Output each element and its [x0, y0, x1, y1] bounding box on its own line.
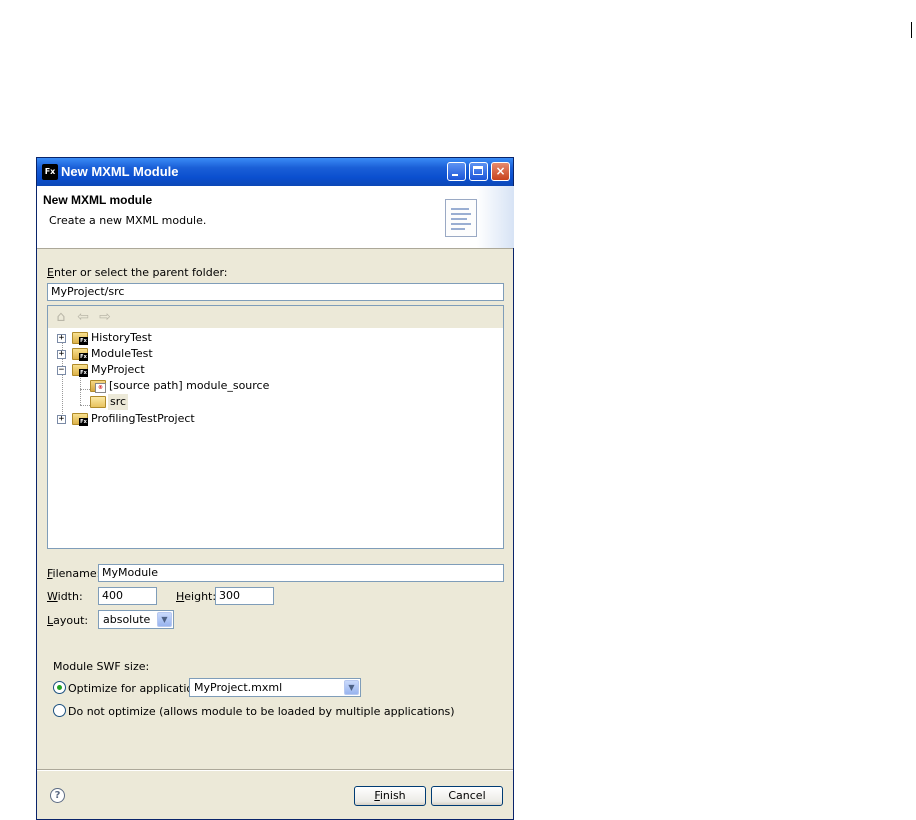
optimize-application-value: MyProject.mxml [194, 681, 283, 694]
parent-folder-input[interactable]: MyProject/src [47, 283, 504, 301]
close-icon: × [495, 164, 506, 178]
filename-label: Filename: [47, 567, 101, 580]
optimize-label: Optimize for application: [68, 682, 204, 695]
tree-item-label: ModuleTest [91, 347, 153, 360]
flex-project-folder-icon: Fx [72, 364, 88, 377]
flex-project-folder-icon: Fx [72, 413, 88, 426]
cancel-button[interactable]: Cancel [431, 786, 503, 806]
layout-label: Layout: [47, 614, 89, 627]
page-edge-mark [911, 22, 912, 38]
maximize-button[interactable] [469, 162, 488, 181]
flex-app-icon: Fx [42, 164, 58, 180]
tree-item-src[interactable]: src [90, 394, 140, 410]
layout-select-value: absolute [103, 613, 151, 626]
width-label: Width: [47, 590, 83, 603]
maximize-icon [473, 166, 483, 175]
page-description: Create a new MXML module. [49, 214, 207, 227]
tree-item-moduletest[interactable]: + Fx ModuleTest [57, 346, 177, 362]
radio-selected-dot [57, 685, 62, 690]
height-label: Height: [176, 590, 217, 603]
tree-item-label: src [108, 394, 129, 410]
help-icon[interactable]: ? [50, 788, 65, 803]
wizard-header: New MXML module Create a new MXML module… [37, 186, 514, 249]
tree-item-label: MyProject [91, 363, 145, 376]
chevron-down-icon[interactable]: ▼ [344, 680, 359, 695]
forward-arrow-icon[interactable]: ⇨ [97, 309, 113, 325]
minimize-button[interactable] [447, 162, 466, 181]
collapse-icon[interactable]: − [57, 366, 66, 375]
swf-size-group-label: Module SWF size: [53, 660, 150, 673]
parent-folder-label: Enter or select the parent folder: [47, 266, 228, 279]
header-gradient [477, 186, 514, 248]
height-input[interactable]: 300 [215, 587, 274, 605]
tree-item-myproject[interactable]: − Fx MyProject [57, 362, 177, 378]
no-optimize-radio[interactable] [53, 704, 66, 717]
expand-icon[interactable]: + [57, 350, 66, 359]
tree-item-historytest[interactable]: + Fx HistoryTest [57, 330, 177, 346]
close-button[interactable]: × [491, 162, 510, 181]
new-mxml-module-dialog: Fx New MXML Module × New MXML module Cre… [36, 157, 514, 820]
tree-connector [80, 375, 81, 405]
minimize-icon [452, 174, 458, 176]
tree-item-label: [source path] module_source [109, 379, 270, 392]
optimize-radio[interactable] [53, 681, 66, 694]
title-bar[interactable]: Fx New MXML Module × [37, 158, 513, 186]
window-title: New MXML Module [61, 164, 179, 179]
tree-connector [80, 389, 90, 390]
flex-project-folder-icon: Fx [72, 348, 88, 361]
flex-project-folder-icon: Fx [72, 332, 88, 345]
folder-tree[interactable]: ⌂ ⇦ ⇨ + Fx HistoryTest + Fx ModuleTest −… [47, 305, 504, 549]
tree-item-label: ProfilingTestProject [91, 412, 195, 425]
expand-icon[interactable]: + [57, 334, 66, 343]
tree-toolbar: ⌂ ⇦ ⇨ [48, 306, 503, 328]
tree-item-label: HistoryTest [91, 331, 152, 344]
tree-item-profilingtestproject[interactable]: + Fx ProfilingTestProject [57, 411, 217, 427]
finish-button[interactable]: Finish [354, 786, 426, 806]
tree-connector [80, 405, 90, 406]
tree-item-source-path[interactable]: ® [source path] module_source [90, 378, 270, 394]
expand-icon[interactable]: + [57, 415, 66, 424]
back-arrow-icon[interactable]: ⇦ [75, 309, 91, 325]
open-folder-icon [90, 396, 106, 408]
chevron-down-icon[interactable]: ▼ [157, 612, 172, 627]
footer-divider [37, 769, 513, 771]
home-icon[interactable]: ⌂ [53, 309, 69, 325]
no-optimize-label: Do not optimize (allows module to be loa… [68, 705, 455, 718]
document-wizard-icon [445, 199, 477, 237]
width-input[interactable]: 400 [98, 587, 157, 605]
source-path-folder-icon: ® [90, 380, 106, 393]
optimize-application-select[interactable]: MyProject.mxml ▼ [189, 678, 361, 697]
page-title: New MXML module [43, 193, 153, 207]
layout-select[interactable]: absolute ▼ [98, 610, 174, 629]
filename-input[interactable]: MyModule [98, 564, 504, 582]
